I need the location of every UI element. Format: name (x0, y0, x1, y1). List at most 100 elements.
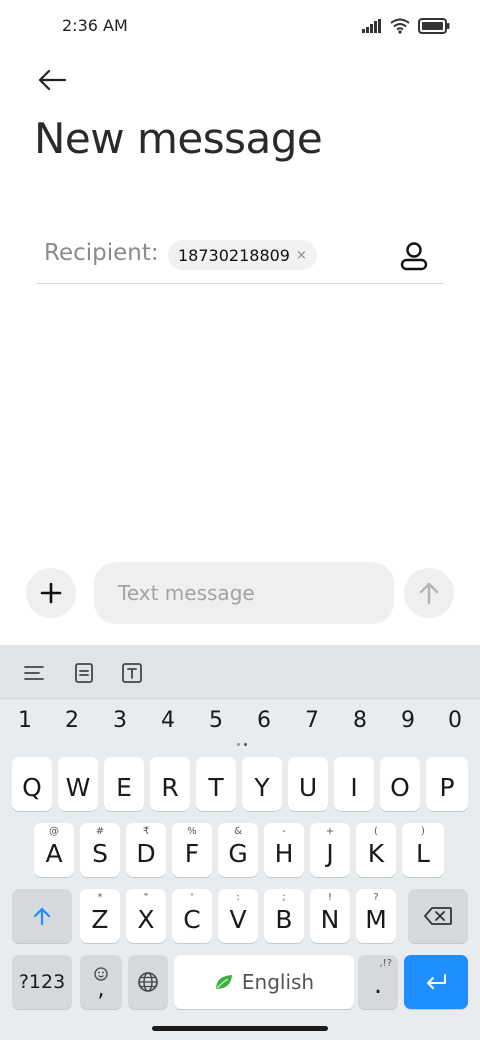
recipient-chip[interactable]: 18730218809 × (168, 240, 317, 270)
key-1[interactable]: 1 (3, 703, 47, 739)
battery-icon (418, 18, 450, 34)
key-q[interactable]: Q (12, 757, 52, 811)
key-h[interactable]: -H (264, 823, 304, 877)
key-label: F (184, 838, 200, 868)
key-label: K (367, 838, 385, 868)
key-m[interactable]: ? M (356, 889, 396, 943)
remove-recipient-button[interactable]: × (296, 248, 307, 263)
key-3[interactable]: 3 (98, 703, 142, 739)
key-hint: ( (374, 826, 378, 837)
arrow-left-icon (38, 69, 67, 91)
key-hint: - (282, 826, 286, 837)
key-r[interactable]: R (150, 757, 190, 811)
key-label: C (183, 904, 201, 934)
key-x[interactable]: " X (126, 889, 166, 943)
leaf-icon (215, 975, 232, 989)
key-6[interactable]: 6 (242, 703, 286, 739)
key-8[interactable]: 8 (338, 703, 382, 739)
contacts-button[interactable] (396, 238, 432, 274)
key-hint: ? (373, 892, 379, 903)
key-p[interactable]: P (426, 757, 468, 811)
key-label: T (208, 772, 224, 802)
key-label: B (275, 904, 293, 934)
page-dot (237, 743, 240, 746)
home-indicator[interactable] (152, 1026, 328, 1031)
key-f[interactable]: % F (172, 823, 212, 877)
text-style-button[interactable] (118, 659, 146, 687)
key-label: M (365, 904, 387, 934)
key-hint: " (143, 892, 149, 903)
space-bar[interactable]: English (174, 955, 354, 1009)
key-v[interactable]: :V (218, 889, 258, 943)
key-4[interactable]: 4 (146, 703, 190, 739)
period-key[interactable]: ,!? . (358, 955, 398, 1009)
key-0[interactable]: 0 (433, 703, 477, 739)
keyboard-toolbar (0, 645, 480, 699)
number-row: 1 2 3 4 5 6 7 8 9 0 (0, 703, 480, 739)
wifi-icon (390, 18, 410, 34)
key-label: V (229, 904, 247, 934)
key-label: X (137, 904, 155, 934)
key-label: A (45, 838, 63, 868)
key-2[interactable]: 2 (50, 703, 94, 739)
key-hint: ,!? (379, 958, 393, 969)
add-attachment-button[interactable] (26, 568, 76, 618)
key-w[interactable]: W (58, 757, 98, 811)
key-label: Z (91, 904, 109, 934)
key-label: N (320, 904, 340, 934)
key-label: H (274, 838, 294, 868)
key-b[interactable]: ; B (264, 889, 304, 943)
key-hint: ₹ (142, 826, 150, 837)
plus-icon (40, 582, 62, 604)
key-hint: @ (49, 826, 59, 837)
key-hint: % (187, 826, 197, 837)
key-n[interactable]: ! N (310, 889, 350, 943)
key-7[interactable]: 7 (290, 703, 334, 739)
key-o[interactable]: O (380, 757, 420, 811)
key-label: G (228, 838, 248, 868)
backspace-button[interactable] (408, 889, 468, 943)
keyboard: 1 2 3 4 5 6 7 8 9 0 Q W E R T Y U I O P … (0, 645, 480, 1040)
key-label: L (416, 838, 430, 868)
symbols-button[interactable]: ?123 (12, 955, 72, 1009)
keyboard-menu-button[interactable] (20, 659, 48, 687)
key-l[interactable]: ) L (402, 823, 444, 877)
clipboard-button[interactable] (70, 659, 98, 687)
send-button[interactable] (404, 568, 454, 618)
back-button[interactable] (30, 62, 74, 98)
key-e[interactable]: E (104, 757, 144, 811)
key-hint: : (236, 892, 240, 903)
key-label: Q (22, 772, 42, 802)
key-y[interactable]: Y (242, 757, 282, 811)
shift-button[interactable] (12, 889, 72, 943)
backspace-icon (424, 907, 452, 925)
compose-row (0, 560, 480, 626)
key-z[interactable]: * Z (80, 889, 120, 943)
globe-icon (138, 972, 158, 992)
key-label: S (92, 838, 108, 868)
key-hint: # (95, 826, 105, 837)
key-label: D (136, 838, 156, 868)
key-u[interactable]: U (288, 757, 328, 811)
key-g[interactable]: & G (218, 823, 258, 877)
key-label: O (390, 772, 410, 802)
key-s[interactable]: # S (80, 823, 120, 877)
key-c[interactable]: ' C (172, 889, 212, 943)
period-label: . (373, 970, 383, 1000)
recipient-field[interactable]: Recipient: 18730218809 × (36, 230, 444, 284)
key-j[interactable]: + J (310, 823, 350, 877)
status-bar: 2:36 AM (0, 0, 480, 52)
status-time: 2:36 AM (62, 16, 128, 35)
key-d[interactable]: ₹ D (126, 823, 166, 877)
page-dot-active (244, 743, 247, 746)
language-button[interactable] (128, 955, 168, 1009)
key-a[interactable]: @ A (34, 823, 74, 877)
key-5[interactable]: 5 (194, 703, 238, 739)
key-9[interactable]: 9 (386, 703, 430, 739)
enter-button[interactable] (404, 955, 468, 1009)
key-i[interactable]: I (334, 757, 374, 811)
key-t[interactable]: T (196, 757, 236, 811)
comma-emoji-key[interactable]: , (80, 955, 122, 1009)
message-input[interactable] (94, 562, 394, 624)
key-k[interactable]: (K (356, 823, 396, 877)
